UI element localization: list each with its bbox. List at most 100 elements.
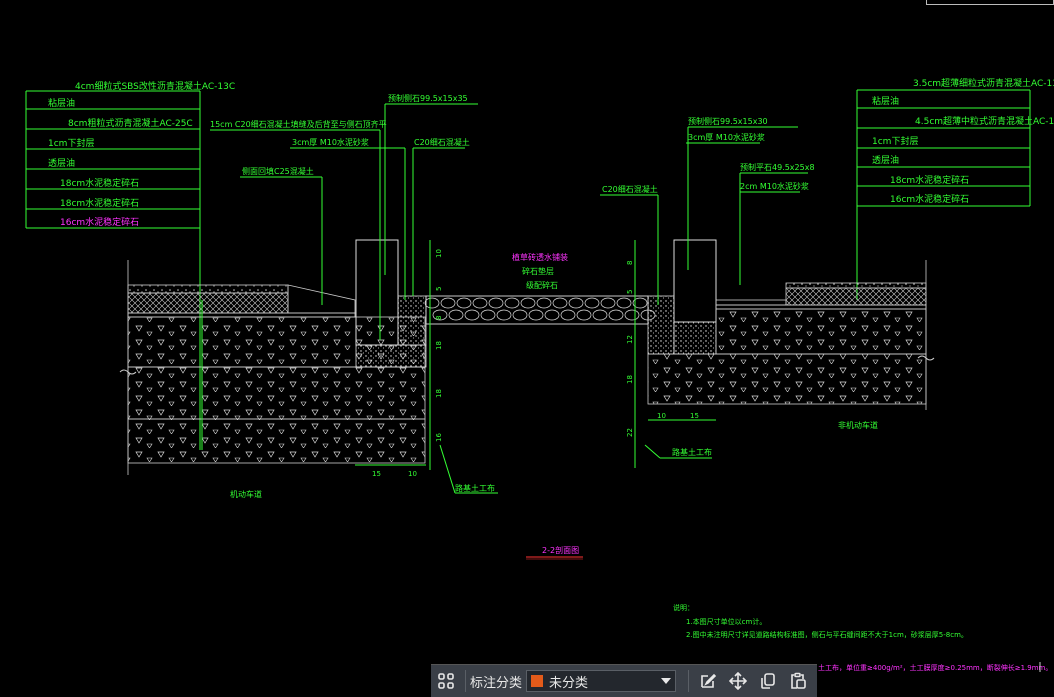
dim-left-h0: 15 [372, 470, 381, 478]
top-right-frame [926, 0, 1054, 5]
gravel-stone [504, 297, 520, 309]
callout-c20-right: C20细石混凝土 [602, 184, 658, 194]
gravel-stone [528, 309, 544, 321]
callout-center2: 碎石垫层 [522, 266, 554, 276]
chevron-down-icon [661, 678, 672, 684]
category-label: 标注分类 [470, 674, 523, 690]
gravel-stone [608, 309, 624, 321]
grid-apps-icon [438, 673, 454, 689]
dim-right-h1: 15 [690, 412, 699, 420]
notes-line-1: 1.本图尺寸单位以cm计。 [686, 617, 766, 626]
dim-left-v5: 16 [435, 433, 443, 442]
cad-drawing-canvas[interactable]: 4cm细粒式SBS改性沥青混凝土AC-13C 粘层油 8cm粗粒式沥青混凝土AC… [0, 0, 1054, 696]
dim-left-v4: 18 [435, 389, 443, 398]
callout-center1: 植草砖透水铺装 [512, 252, 568, 262]
left-curb [355, 239, 427, 368]
section-title: 2-2剖面图 [526, 545, 583, 560]
selected-category: 未分类 [549, 674, 589, 690]
gravel-stone [624, 309, 640, 321]
gravel-stone [560, 309, 576, 321]
notes-heading: 说明： [673, 603, 694, 612]
callout-c20-base: 15cm C20细石混凝土填缝及后背至与侧石顶齐平 [210, 119, 387, 129]
dim-right-h0: 10 [657, 412, 666, 420]
callout-center3: 级配碎石 [526, 280, 558, 290]
notes-line-3: 土工布，单位重≥400g/m²，土工膜厚度≥0.25mm，断裂伸长≥1.9mm。 [818, 663, 1052, 672]
callout-mortar-left: 3cm厚 M10水泥砂浆 [292, 137, 369, 147]
dim-left-v0: 10 [435, 249, 443, 258]
right-label-4: 透层油 [872, 154, 899, 166]
section-title-text: 2-2剖面图 [542, 545, 579, 555]
left-label-2: 8cm粗粒式沥青混凝土AC-25C [68, 117, 193, 129]
paste-button[interactable] [783, 666, 813, 696]
gravel-stone [536, 297, 552, 309]
gravel-stone [480, 309, 496, 321]
callout-soil-right: 路基土工布 [672, 447, 712, 457]
gravel-stone [552, 297, 568, 309]
left-label-4: 透层油 [48, 157, 75, 169]
notes-line-2: 2.图中未注明尺寸详见道路结构标准图，侧石与平石缝间距不大于1cm，砂浆层厚5-… [686, 630, 968, 639]
callout-mortar-right2: 2cm M10水泥砂浆 [740, 181, 809, 191]
gravel-stone [544, 309, 560, 321]
callout-c20-left: C20细石混凝土 [414, 137, 470, 147]
grid-apps-button[interactable] [431, 666, 461, 696]
left-label-6: 18cm水泥稳定碎石 [60, 197, 139, 209]
category-select[interactable]: 未分类 [526, 670, 677, 692]
gravel-stone [616, 297, 632, 309]
dim-right-v3: 18 [626, 375, 634, 384]
dim-left-v1: 5 [435, 287, 443, 291]
gravel-stone [576, 309, 592, 321]
callout-flat-stone: 预制平石49.5x25x8 [740, 162, 815, 172]
gravel-stone [600, 297, 616, 309]
left-pavement [119, 260, 426, 475]
dim-right-v4: 22 [626, 428, 634, 437]
callout-curb-right-top: 预制侧石99.5x15x30 [688, 116, 768, 126]
gravel-stone [496, 309, 512, 321]
right-label-3: 1cm下封层 [872, 135, 918, 147]
edit-icon [701, 673, 717, 688]
gravel-stone [512, 309, 528, 321]
right-label-0: 3.5cm超薄细粒式沥青混凝土AC-13C [913, 77, 1054, 89]
left-label-0: 4cm细粒式SBS改性沥青混凝土AC-13C [75, 80, 235, 92]
left-label-5: 18cm水泥稳定碎石 [60, 177, 139, 189]
gravel-stone [520, 297, 536, 309]
gravel-stone [568, 297, 584, 309]
road-right-label: 非机动车道 [838, 420, 878, 430]
dim-right-v2: 12 [626, 335, 634, 344]
gravel-stone [592, 309, 608, 321]
edit-button[interactable] [693, 666, 723, 696]
dim-left-v2: 8 [435, 316, 443, 320]
callout-backfill: 侧面回填C25混凝土 [242, 166, 314, 176]
category-color-swatch [531, 675, 544, 687]
dim-right-v0: 8 [626, 261, 634, 265]
gravel-stone [440, 297, 456, 309]
move-button[interactable] [723, 666, 753, 696]
move-icon [729, 672, 748, 690]
left-label-3: 1cm下封层 [48, 137, 94, 149]
toolbar-divider [465, 670, 466, 692]
left-label-1: 粘层油 [48, 97, 75, 109]
dim-left-v3: 18 [435, 341, 443, 350]
copy-button[interactable] [753, 666, 783, 696]
callout-soil-left: 路基土工布 [455, 483, 495, 493]
road-left-label: 机动车道 [230, 489, 262, 499]
gravel-stone [456, 297, 472, 309]
gravel-stone [488, 297, 504, 309]
toolbar-divider [688, 670, 690, 692]
gravel-stone [424, 297, 440, 309]
copy-icon [761, 673, 775, 689]
right-label-5: 18cm水泥稳定碎石 [890, 174, 969, 186]
left-label-7: 16cm水泥稳定碎石 [60, 216, 139, 228]
center-gravel-layer [424, 295, 656, 325]
right-label-1: 粘层油 [872, 95, 899, 107]
gravel-stone [464, 309, 480, 321]
gravel-stone [448, 309, 464, 321]
right-label-2: 4.5cm超薄中粒式沥青混凝土AC-16C [915, 115, 1054, 127]
right-label-6: 16cm水泥稳定碎石 [890, 193, 969, 205]
gravel-stone [472, 297, 488, 309]
callout-curb-top: 预制侧石99.5x15x35 [388, 93, 468, 103]
annotation-toolbar: 标注分类 未分类 [431, 664, 817, 697]
paste-icon [791, 672, 806, 689]
callout-mortar-right: 3cm厚 M10水泥砂浆 [688, 132, 765, 142]
gravel-stone [584, 297, 600, 309]
dim-left-h1: 10 [408, 470, 417, 478]
